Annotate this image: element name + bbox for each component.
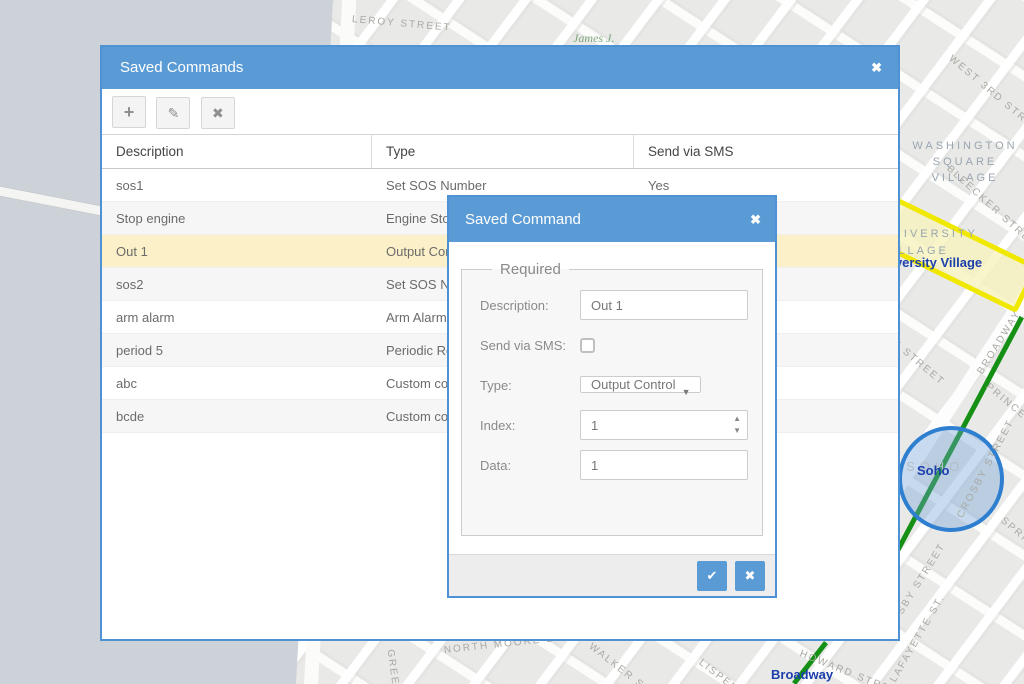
add-command-button[interactable]: + bbox=[112, 96, 146, 128]
commands-table-header: Description Type Send via SMS bbox=[102, 135, 898, 169]
data-field-row: Data: bbox=[480, 450, 762, 480]
send-via-sms-label: Send via SMS: bbox=[480, 338, 580, 353]
commands-toolbar: + ✎ ✖ bbox=[102, 89, 898, 135]
spinner-down-icon[interactable]: ▼ bbox=[733, 425, 741, 437]
index-input[interactable] bbox=[580, 410, 748, 440]
geofence-circle-soho[interactable] bbox=[898, 426, 1004, 532]
description-label: Description: bbox=[480, 298, 580, 313]
marker-label-broadway[interactable]: Broadway bbox=[771, 667, 833, 682]
send-via-sms-checkbox[interactable] bbox=[580, 338, 595, 353]
spinner-up-icon[interactable]: ▲ bbox=[733, 413, 741, 425]
saved-command-header[interactable]: Saved Command ✖ bbox=[449, 197, 775, 242]
saved-command-form: Required Description: Send via SMS: Type… bbox=[449, 242, 775, 554]
check-icon: ✔ bbox=[707, 568, 718, 583]
required-fieldset: Required Description: Send via SMS: Type… bbox=[461, 261, 763, 536]
data-input[interactable] bbox=[580, 450, 748, 480]
plus-icon: + bbox=[124, 102, 135, 122]
description-input[interactable] bbox=[580, 290, 748, 320]
street-label-greenwich: GREENWICH ST bbox=[385, 649, 410, 684]
x-icon: ✖ bbox=[212, 105, 224, 121]
required-legend: Required bbox=[492, 261, 569, 278]
confirm-button[interactable]: ✔ bbox=[697, 561, 727, 591]
edit-command-button[interactable]: ✎ bbox=[156, 97, 190, 129]
type-field-row: Type: Output Control ▼ bbox=[480, 370, 762, 400]
street-label-leroy: LEROY STREET bbox=[352, 14, 453, 34]
send-via-sms-field-row: Send via SMS: bbox=[480, 330, 762, 360]
type-select-value: Output Control bbox=[591, 377, 676, 392]
index-label: Index: bbox=[480, 418, 580, 433]
saved-command-dialog: Saved Command ✖ Required Description: Se… bbox=[447, 195, 777, 598]
data-label: Data: bbox=[480, 458, 580, 473]
close-icon[interactable]: ✖ bbox=[750, 197, 761, 242]
saved-commands-title: Saved Commands bbox=[120, 59, 243, 76]
street-label-lispenard: LISPENARD ST bbox=[697, 657, 780, 684]
number-spinner[interactable]: ▲ ▼ bbox=[733, 413, 741, 437]
column-header-sms[interactable]: Send via SMS bbox=[634, 135, 898, 168]
marker-label-soho[interactable]: Soho bbox=[917, 463, 950, 478]
x-icon: ✖ bbox=[745, 568, 756, 583]
map-canvas[interactable]: LEROY STREET James J. WEST 3RD STREET WA… bbox=[0, 0, 1024, 684]
street-label-broadway: BROADWAY bbox=[975, 308, 1023, 376]
pencil-icon: ✎ bbox=[168, 105, 180, 121]
street-label-walker: WALKER STREET bbox=[587, 641, 681, 684]
saved-command-footer: ✔ ✖ bbox=[449, 554, 775, 596]
delete-command-button[interactable]: ✖ bbox=[201, 97, 235, 129]
park-label-james-walker: James J. bbox=[573, 31, 614, 46]
description-field-row: Description: bbox=[480, 290, 762, 320]
type-select[interactable]: Output Control ▼ bbox=[580, 376, 701, 393]
index-field-row: Index: ▲ ▼ bbox=[480, 410, 762, 440]
close-icon[interactable]: ✖ bbox=[871, 47, 882, 89]
chevron-down-icon: ▼ bbox=[682, 377, 691, 407]
saved-commands-header[interactable]: Saved Commands ✖ bbox=[102, 47, 898, 89]
column-header-description[interactable]: Description bbox=[102, 135, 372, 168]
column-header-type[interactable]: Type bbox=[372, 135, 634, 168]
street-label-west-3rd: WEST 3RD STREET bbox=[946, 53, 1024, 141]
cancel-button[interactable]: ✖ bbox=[735, 561, 765, 591]
saved-command-title: Saved Command bbox=[465, 211, 581, 228]
type-label: Type: bbox=[480, 378, 580, 393]
street-label-spring: SPRING ST bbox=[998, 515, 1024, 570]
